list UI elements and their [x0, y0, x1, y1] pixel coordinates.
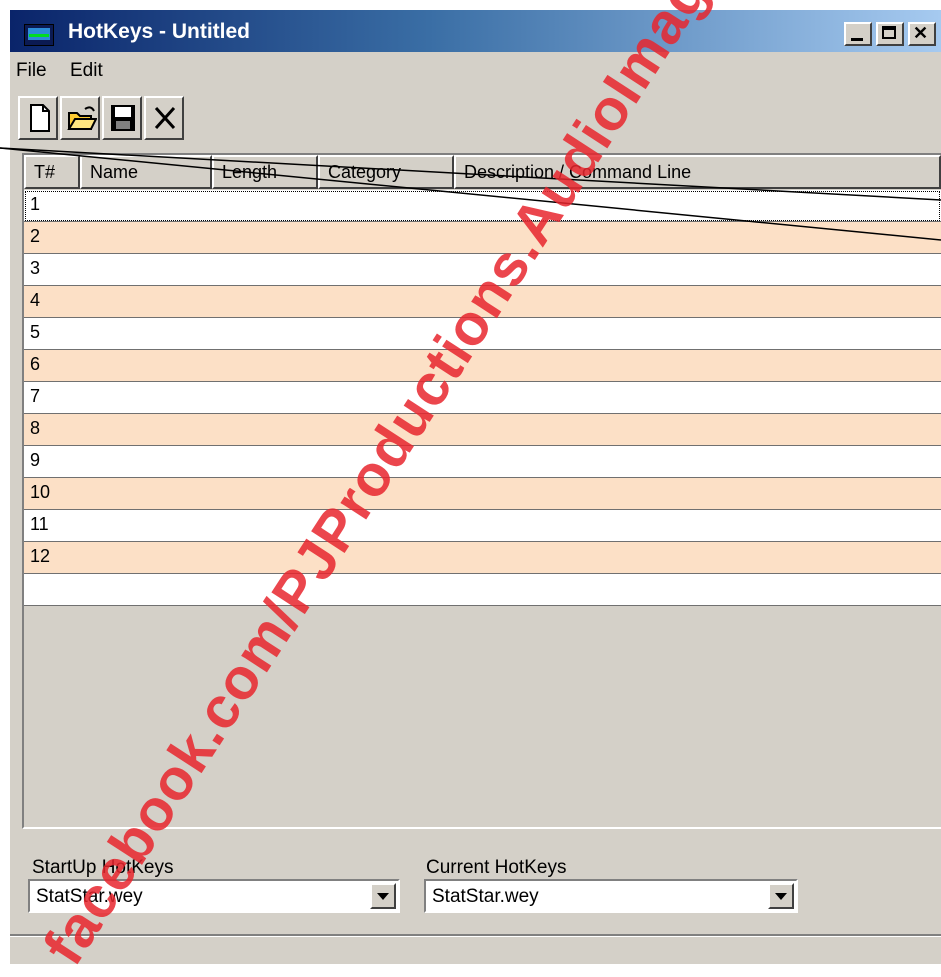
table-row[interactable]: 8	[24, 414, 941, 446]
app-monitor-icon[interactable]	[24, 24, 54, 46]
app-window: HotKeys - Untitled File Edit T# Name Len…	[10, 10, 941, 964]
hotkeys-table[interactable]: T# Name Length Category Description / Co…	[22, 153, 941, 829]
open-folder-icon	[67, 103, 97, 133]
row-number: 2	[30, 226, 40, 247]
toolbar	[18, 96, 238, 148]
startup-hotkeys-value: StatStar.wey	[36, 886, 143, 908]
save-button[interactable]	[102, 96, 142, 140]
table-row[interactable]: 5	[24, 318, 941, 350]
open-button[interactable]	[60, 96, 100, 140]
window-title: HotKeys - Untitled	[68, 20, 250, 44]
title-bar[interactable]: HotKeys - Untitled	[10, 10, 941, 52]
maximize-button[interactable]	[876, 22, 904, 46]
row-number: 1	[30, 194, 40, 215]
table-header: T# Name Length Category Description / Co…	[24, 155, 941, 189]
row-number: 3	[30, 258, 40, 279]
row-number: 11	[30, 514, 49, 535]
table-row[interactable]: 11	[24, 510, 941, 542]
chevron-down-icon[interactable]	[370, 883, 396, 909]
current-hotkeys-value: StatStar.wey	[432, 886, 539, 908]
table-row[interactable]	[24, 574, 941, 606]
startup-hotkeys-label: StartUp HotKeys	[32, 857, 174, 879]
column-header-description[interactable]: Description / Command Line	[454, 155, 941, 189]
table-row[interactable]: 2	[24, 222, 941, 254]
column-header-name[interactable]: Name	[80, 155, 212, 189]
menu-edit[interactable]: Edit	[70, 60, 103, 82]
menu-bar: File Edit	[10, 52, 941, 90]
save-disk-icon	[109, 103, 137, 133]
minimize-button[interactable]	[844, 22, 872, 46]
close-button[interactable]	[908, 22, 936, 46]
column-header-tnum[interactable]: T#	[24, 155, 80, 189]
row-number: 10	[30, 482, 50, 503]
column-header-length[interactable]: Length	[212, 155, 318, 189]
menu-file[interactable]: File	[16, 60, 47, 82]
row-number: 9	[30, 450, 40, 471]
table-row[interactable]: 1	[24, 190, 941, 222]
table-row[interactable]: 9	[24, 446, 941, 478]
row-number: 4	[30, 290, 40, 311]
new-icon	[25, 103, 53, 133]
row-number: 5	[30, 322, 40, 343]
current-hotkeys-select[interactable]: StatStar.wey	[424, 879, 798, 913]
delete-button[interactable]	[144, 96, 184, 140]
row-number: 8	[30, 418, 40, 439]
chevron-down-icon[interactable]	[768, 883, 794, 909]
row-number: 6	[30, 354, 40, 375]
row-number: 12	[30, 546, 50, 567]
table-row[interactable]: 3	[24, 254, 941, 286]
current-hotkeys-label: Current HotKeys	[426, 857, 566, 879]
startup-hotkeys-select[interactable]: StatStar.wey	[28, 879, 400, 913]
table-row[interactable]: 10	[24, 478, 941, 510]
row-number: 7	[30, 386, 40, 407]
status-bar	[10, 934, 941, 964]
new-button[interactable]	[18, 96, 58, 140]
table-row[interactable]: 4	[24, 286, 941, 318]
column-header-category[interactable]: Category	[318, 155, 454, 189]
table-row[interactable]: 7	[24, 382, 941, 414]
table-row[interactable]: 6	[24, 350, 941, 382]
table-row[interactable]: 12	[24, 542, 941, 574]
delete-x-icon	[151, 103, 179, 133]
